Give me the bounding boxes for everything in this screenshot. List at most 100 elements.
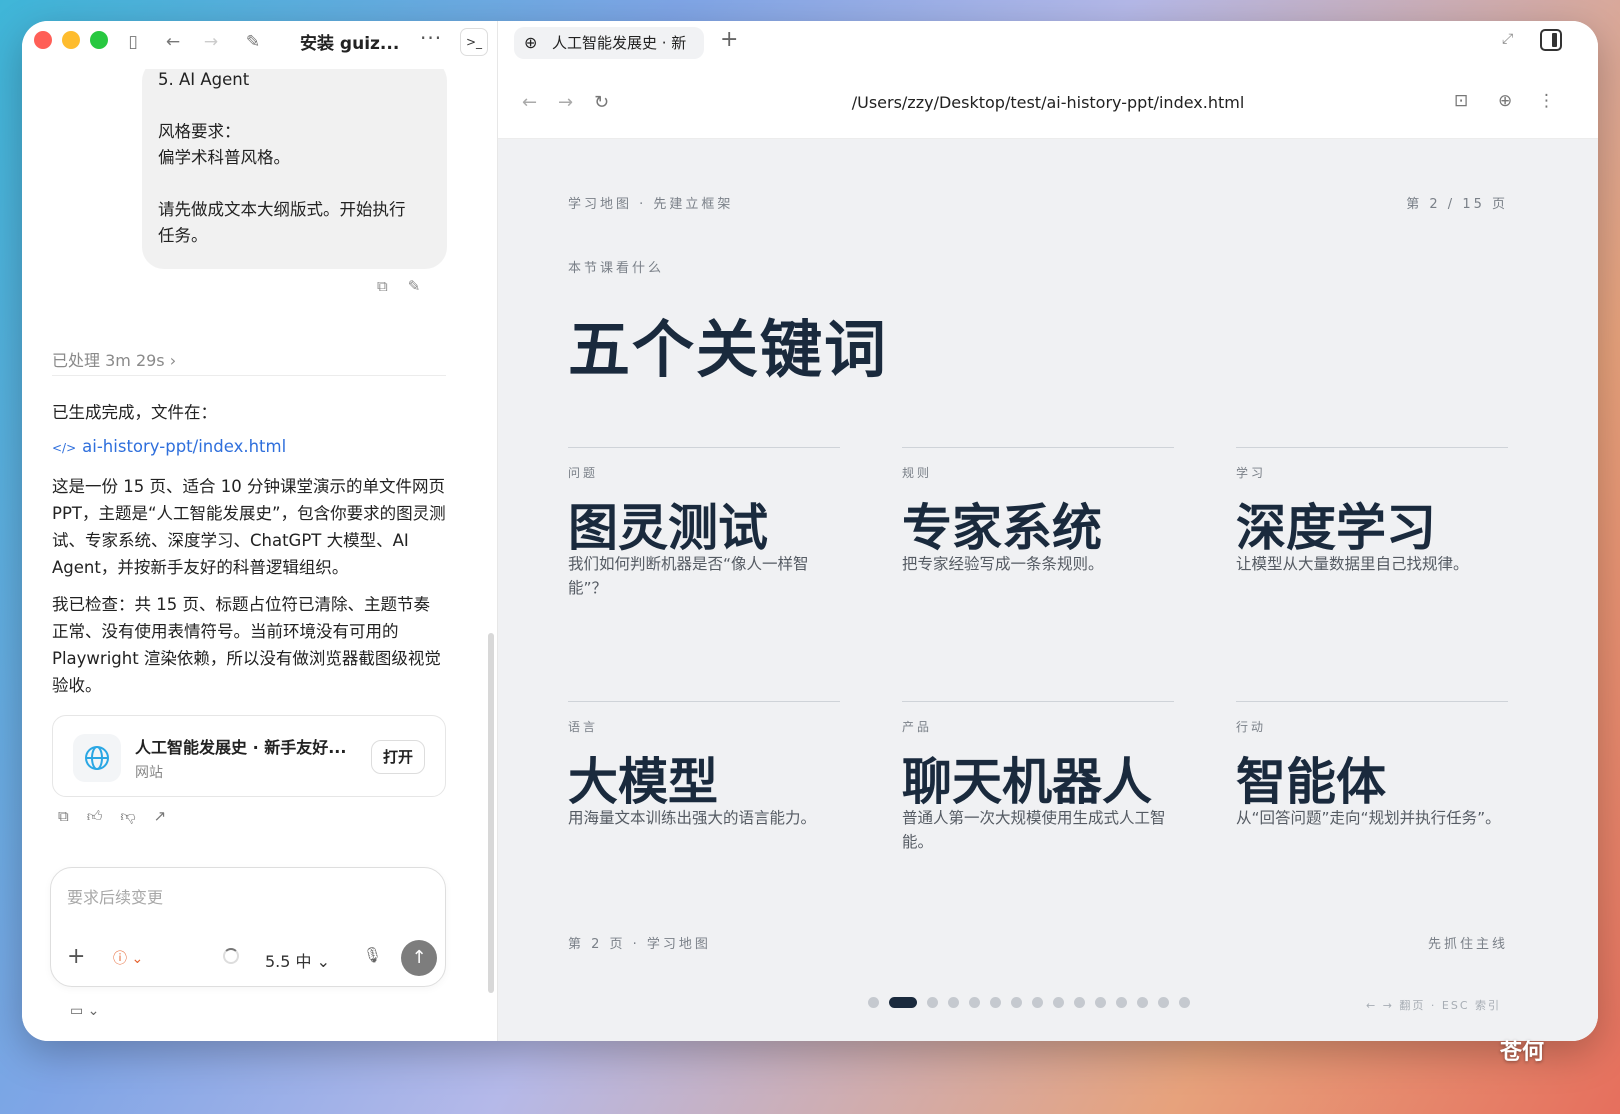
message-line: 5. AI Agent bbox=[158, 70, 250, 89]
keyword-desc: 从“回答问题”走向“规划并执行任务”。 bbox=[1236, 809, 1501, 827]
divider bbox=[52, 375, 446, 376]
keyword-word: 智能体 bbox=[1236, 752, 1386, 811]
user-message-actions: ⧉ ✎ bbox=[377, 277, 420, 295]
card-subtitle: 网站 bbox=[135, 765, 163, 781]
pager-dot[interactable] bbox=[1116, 997, 1127, 1008]
browser-pane: ⊕ 人工智能发展史 · 新 + ⤢ ← → ↻ /Users/zzy/Deskt… bbox=[498, 21, 1598, 1041]
assistant-message-actions: ⧉ 👍︎ 👎︎ ↗ bbox=[58, 807, 166, 826]
keyword-word: 图灵测试 bbox=[568, 498, 768, 557]
pager-dot[interactable] bbox=[1158, 997, 1169, 1008]
toggle-panel-icon[interactable] bbox=[1540, 29, 1562, 51]
share-icon[interactable]: ↗ bbox=[154, 807, 167, 826]
keyword-card: 产品 聊天机器人 普通人第一次大规模使用生成式人工智能。 bbox=[902, 701, 1174, 851]
thumbs-up-icon[interactable]: 👍︎ bbox=[87, 807, 103, 826]
scrollbar[interactable] bbox=[488, 633, 494, 993]
user-message-bubble: 5. AI Agent 风格要求： 偏学术科普风格。 请先做成文本大纲版式。开始… bbox=[142, 69, 447, 269]
new-tab-icon[interactable]: + bbox=[720, 27, 738, 52]
open-button[interactable]: 打开 bbox=[371, 740, 425, 774]
message-line: 请先做成文本大纲版式。开始执行 bbox=[158, 200, 406, 219]
browser-tab-bar: ⊕ 人工智能发展史 · 新 + ⤢ bbox=[498, 21, 1598, 69]
keyword-card: 行动 智能体 从“回答问题”走向“规划并执行任务”。 bbox=[1236, 701, 1508, 827]
send-button[interactable]: ↑ bbox=[401, 940, 437, 976]
terminal-icon[interactable]: >_ bbox=[460, 28, 488, 56]
pager-dot[interactable] bbox=[868, 997, 879, 1008]
summary-paragraph: 这是一份 15 页、适合 10 分钟课堂演示的单文件网页 PPT，主题是“人工智… bbox=[52, 477, 446, 577]
conversation-title[interactable]: 安装 guiz... bbox=[300, 29, 399, 54]
keyword-category: 规则 bbox=[902, 466, 933, 480]
keyword-category: 学习 bbox=[1236, 466, 1267, 480]
minimize-window-button[interactable] bbox=[62, 31, 80, 49]
address-bar: ← → ↻ /Users/zzy/Desktop/test/ai-history… bbox=[498, 69, 1598, 139]
environment-selector[interactable]: ▭ ⌄ bbox=[70, 1003, 99, 1019]
keyword-word: 大模型 bbox=[568, 752, 718, 811]
microphone-icon[interactable]: 🎙︎ bbox=[363, 946, 382, 964]
pager-dot[interactable] bbox=[1179, 997, 1190, 1008]
pager-dot[interactable] bbox=[1137, 997, 1148, 1008]
message-line bbox=[158, 171, 431, 197]
copy-icon[interactable]: ⧉ bbox=[58, 807, 69, 826]
pager-dot[interactable] bbox=[889, 997, 917, 1008]
message-line: 任务。 bbox=[158, 226, 208, 245]
slide-title: 五个关键词 bbox=[568, 313, 889, 386]
copy-icon[interactable]: ⧉ bbox=[377, 277, 388, 295]
message-line: 风格要求： bbox=[158, 122, 241, 141]
keyword-desc: 普通人第一次大规模使用生成式人工智能。 bbox=[902, 809, 1166, 851]
keyword-word: 聊天机器人 bbox=[902, 752, 1152, 811]
screenshot-icon[interactable]: ⊡ bbox=[1454, 91, 1468, 111]
processed-time[interactable]: 已处理 3m 29s › bbox=[52, 347, 176, 371]
keyword-word: 深度学习 bbox=[1236, 498, 1436, 557]
pager-dot[interactable] bbox=[1011, 997, 1022, 1008]
keyword-desc: 用海量文本训练出强大的语言能力。 bbox=[568, 809, 817, 827]
keyword-category: 语言 bbox=[568, 720, 599, 734]
expand-icon[interactable]: ⤢ bbox=[1502, 31, 1513, 47]
edit-icon[interactable]: ✎ bbox=[408, 277, 421, 295]
pager-dot[interactable] bbox=[927, 997, 938, 1008]
pager-dot[interactable] bbox=[1032, 997, 1043, 1008]
close-window-button[interactable] bbox=[34, 31, 52, 49]
pager-dot[interactable] bbox=[1053, 997, 1064, 1008]
globe-icon: ⊕ bbox=[524, 33, 538, 52]
page-indicator: 第 2 / 15 页 bbox=[1406, 197, 1508, 212]
pager-dot[interactable] bbox=[1074, 997, 1085, 1008]
slide-pager bbox=[868, 997, 1190, 1008]
more-options-icon[interactable]: ··· bbox=[420, 26, 442, 50]
forward-icon[interactable]: → bbox=[200, 31, 222, 53]
pager-dot[interactable] bbox=[990, 997, 1001, 1008]
model-label: 5.5 中 bbox=[265, 952, 312, 971]
pager-dot[interactable] bbox=[1095, 997, 1106, 1008]
menu-icon[interactable]: ⋮ bbox=[1538, 91, 1555, 111]
loading-spinner-icon bbox=[223, 948, 239, 964]
pager-dot[interactable] bbox=[969, 997, 980, 1008]
permissions-icon[interactable]: ⓘ ⌄ bbox=[113, 948, 143, 968]
browser-tab[interactable]: ⊕ 人工智能发展史 · 新 bbox=[514, 27, 704, 59]
model-selector[interactable]: 5.5 中 ⌄ bbox=[265, 948, 330, 972]
card-title: 人工智能发展史 · 新手友好... bbox=[135, 738, 347, 757]
keyword-category: 行动 bbox=[1236, 720, 1267, 734]
sidebar-toggle-icon[interactable]: ▯ bbox=[122, 31, 144, 53]
add-icon[interactable]: ⊕ bbox=[1498, 91, 1512, 111]
back-icon[interactable]: ← bbox=[162, 31, 184, 53]
message-line: 偏学术科普风格。 bbox=[158, 148, 290, 167]
new-chat-icon[interactable]: ✎ bbox=[242, 31, 264, 53]
keyword-card: 规则 专家系统 把专家经验写成一条条规则。 bbox=[902, 447, 1174, 573]
globe-icon bbox=[73, 734, 121, 782]
chat-toolbar: ▯ ← → ✎ 安装 guiz... ··· >_ bbox=[22, 21, 498, 69]
zoom-window-button[interactable] bbox=[90, 31, 108, 49]
message-composer[interactable]: 要求后续变更 + ⓘ ⌄ 5.5 中 ⌄ 🎙︎ ↑ bbox=[50, 867, 446, 987]
chevron-right-icon: › bbox=[169, 351, 177, 370]
keyword-word: 专家系统 bbox=[902, 498, 1102, 557]
pager-dot[interactable] bbox=[948, 997, 959, 1008]
keyword-category: 产品 bbox=[902, 720, 933, 734]
file-link-label: ai-history-ppt/index.html bbox=[82, 437, 287, 456]
slide-footer-right: 先抓住主线 bbox=[1427, 937, 1508, 952]
slide-breadcrumb: 学习地图 · 先建立框架 bbox=[568, 197, 734, 212]
chat-scroll-area[interactable]: 5. AI Agent 风格要求： 偏学术科普风格。 请先做成文本大纲版式。开始… bbox=[22, 69, 498, 1041]
file-link[interactable]: </> ai-history-ppt/index.html bbox=[52, 437, 286, 456]
composer-input[interactable]: 要求后续变更 bbox=[67, 884, 163, 908]
slide-footer-left: 第 2 页 · 学习地图 bbox=[568, 937, 711, 952]
add-attachment-icon[interactable]: + bbox=[67, 944, 85, 969]
url-field[interactable]: /Users/zzy/Desktop/test/ai-history-ppt/i… bbox=[498, 93, 1598, 112]
thumbs-down-icon[interactable]: 👎︎ bbox=[120, 807, 135, 826]
keyword-card: 学习 深度学习 让模型从大量数据里自己找规律。 bbox=[1236, 447, 1508, 573]
website-card[interactable]: 人工智能发展史 · 新手友好... 网站 打开 bbox=[52, 715, 446, 797]
